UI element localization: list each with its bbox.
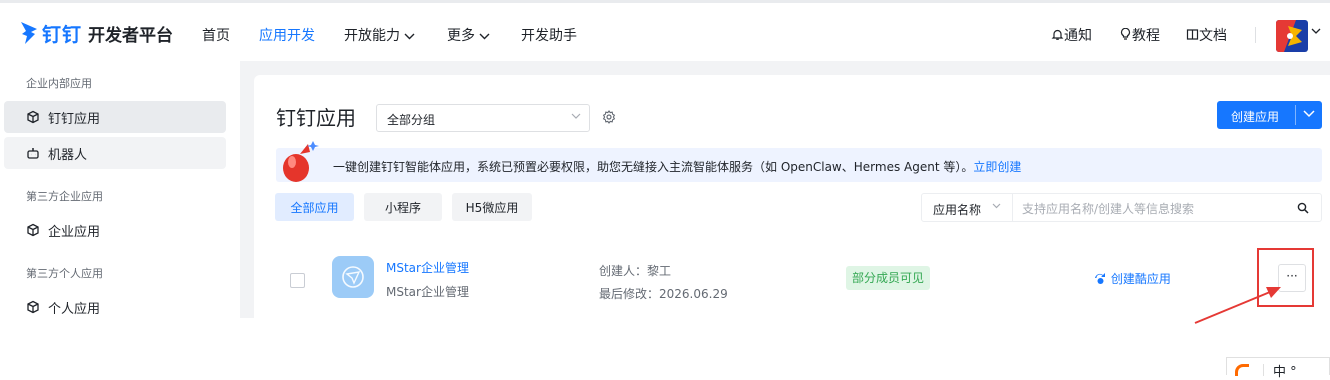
sidebar-item-enterprise-apps[interactable]: 企业应用	[4, 214, 226, 246]
book-icon	[1186, 29, 1199, 40]
sidebar-group-internal: 企业内部应用	[26, 77, 92, 90]
ime-toolbar[interactable]: 中 °	[1226, 357, 1330, 380]
sidebar-item-label: 钉钉应用	[48, 111, 101, 127]
robot-icon	[27, 148, 39, 159]
sidebar-item-robot[interactable]: 机器人	[4, 137, 226, 169]
app-icon	[332, 256, 374, 298]
search-field-value: 应用名称	[933, 203, 982, 217]
banner-text: 一键创建钉钉智能体应用，系统已预置必要权限，助您无缝接入主流智能体服务（如 Op…	[333, 160, 974, 174]
ime-divider	[1263, 364, 1264, 376]
avatar-logo-icon	[1276, 20, 1308, 52]
sidebar-item-dingtalk-apps[interactable]: 钉钉应用	[4, 101, 226, 133]
app-subtitle: MStar企业管理	[386, 285, 469, 299]
create-cool-app-link[interactable]: 创建酷应用	[1093, 270, 1171, 287]
chevron-down-icon	[992, 203, 1001, 209]
chevron-down-icon[interactable]	[1303, 110, 1315, 118]
nav-open-capabilities[interactable]: 开放能力	[344, 25, 415, 45]
chevron-down-icon	[571, 113, 581, 119]
avatar[interactable]	[1276, 20, 1308, 52]
chevron-down-icon	[404, 33, 415, 40]
nav-open-capabilities-label: 开放能力	[344, 28, 400, 44]
gear-icon[interactable]	[602, 110, 616, 124]
cube-icon	[27, 300, 39, 314]
top-header: 钉钉 开发者平台 首页 应用开发 开放能力 更多 开发助手 通知 教程 文档	[0, 3, 1330, 61]
search-input[interactable]	[1020, 198, 1294, 219]
nav-more-label: 更多	[447, 28, 475, 44]
group-select-value: 全部分组	[387, 113, 436, 127]
row-checkbox[interactable]	[290, 273, 305, 288]
tab-all-apps[interactable]: 全部应用	[275, 193, 354, 221]
create-app-label: 创建应用	[1231, 110, 1280, 124]
nav-home[interactable]: 首页	[202, 25, 230, 45]
notify-label: 通知	[1064, 28, 1092, 44]
create-cool-app-label: 创建酷应用	[1110, 272, 1171, 286]
nav-app-dev[interactable]: 应用开发	[259, 25, 315, 45]
sidebar-item-label: 机器人	[48, 147, 88, 163]
lightbulb-icon	[1120, 27, 1131, 40]
status-badge: 部分成员可见	[846, 266, 931, 290]
cube-icon	[27, 223, 39, 237]
sidebar-group-third-party-enterprise: 第三方企业应用	[26, 190, 103, 203]
app-logo-icon	[342, 266, 364, 288]
nav-more[interactable]: 更多	[447, 25, 490, 45]
chevron-down-icon	[479, 33, 490, 40]
tab-h5-micro-app[interactable]: H5微应用	[452, 193, 532, 221]
tutorial-label: 教程	[1132, 28, 1160, 44]
page-title: 钉钉应用	[276, 106, 356, 130]
search-field-select[interactable]: 应用名称	[922, 194, 1013, 221]
tutorial-link[interactable]: 教程	[1119, 25, 1160, 45]
highlight-frame	[1257, 248, 1314, 307]
nav-dev-assistant[interactable]: 开发助手	[521, 25, 577, 45]
bell-icon	[1051, 29, 1064, 40]
notify-link[interactable]: 通知	[1051, 25, 1092, 45]
sidebar-item-label: 企业应用	[48, 224, 101, 240]
group-select[interactable]: 全部分组	[376, 104, 590, 132]
sidebar-item-label: 个人应用	[48, 301, 101, 317]
avatar-chevron-down-icon[interactable]	[1311, 28, 1321, 35]
logo-brand: 钉钉	[42, 23, 83, 46]
logo[interactable]: 钉钉 开发者平台	[18, 19, 173, 47]
header-divider	[1255, 27, 1256, 43]
mascot-icon	[283, 141, 319, 182]
dingtalk-logo-icon	[21, 22, 37, 44]
button-divider	[1295, 105, 1296, 125]
cube-icon	[27, 110, 39, 124]
docs-label: 文档	[1199, 28, 1227, 44]
docs-link[interactable]: 文档	[1186, 25, 1227, 45]
search-icon[interactable]	[1297, 202, 1309, 214]
sidebar-item-personal-apps[interactable]: 个人应用	[4, 291, 226, 323]
ime-mode: 中 °	[1273, 365, 1297, 380]
search-box: 应用名称	[921, 193, 1322, 222]
app-name-link[interactable]: MStar企业管理	[386, 259, 469, 276]
tab-mini-program[interactable]: 小程序	[364, 193, 442, 221]
app-last-modified: 最后修改：2026.06.29	[599, 287, 728, 301]
create-app-button[interactable]: 创建应用	[1217, 101, 1322, 129]
banner-message: 一键创建钉钉智能体应用，系统已预置必要权限，助您无缝接入主流智能体服务（如 Op…	[333, 158, 1021, 175]
create-now-link[interactable]: 立即创建	[973, 160, 1021, 174]
ime-logo-icon	[1235, 364, 1249, 376]
sidebar-group-third-party-personal: 第三方个人应用	[26, 267, 103, 280]
logo-subtitle: 开发者平台	[88, 25, 174, 46]
app-creator: 创建人：黎工	[599, 264, 672, 278]
cool-app-icon	[1095, 273, 1105, 284]
